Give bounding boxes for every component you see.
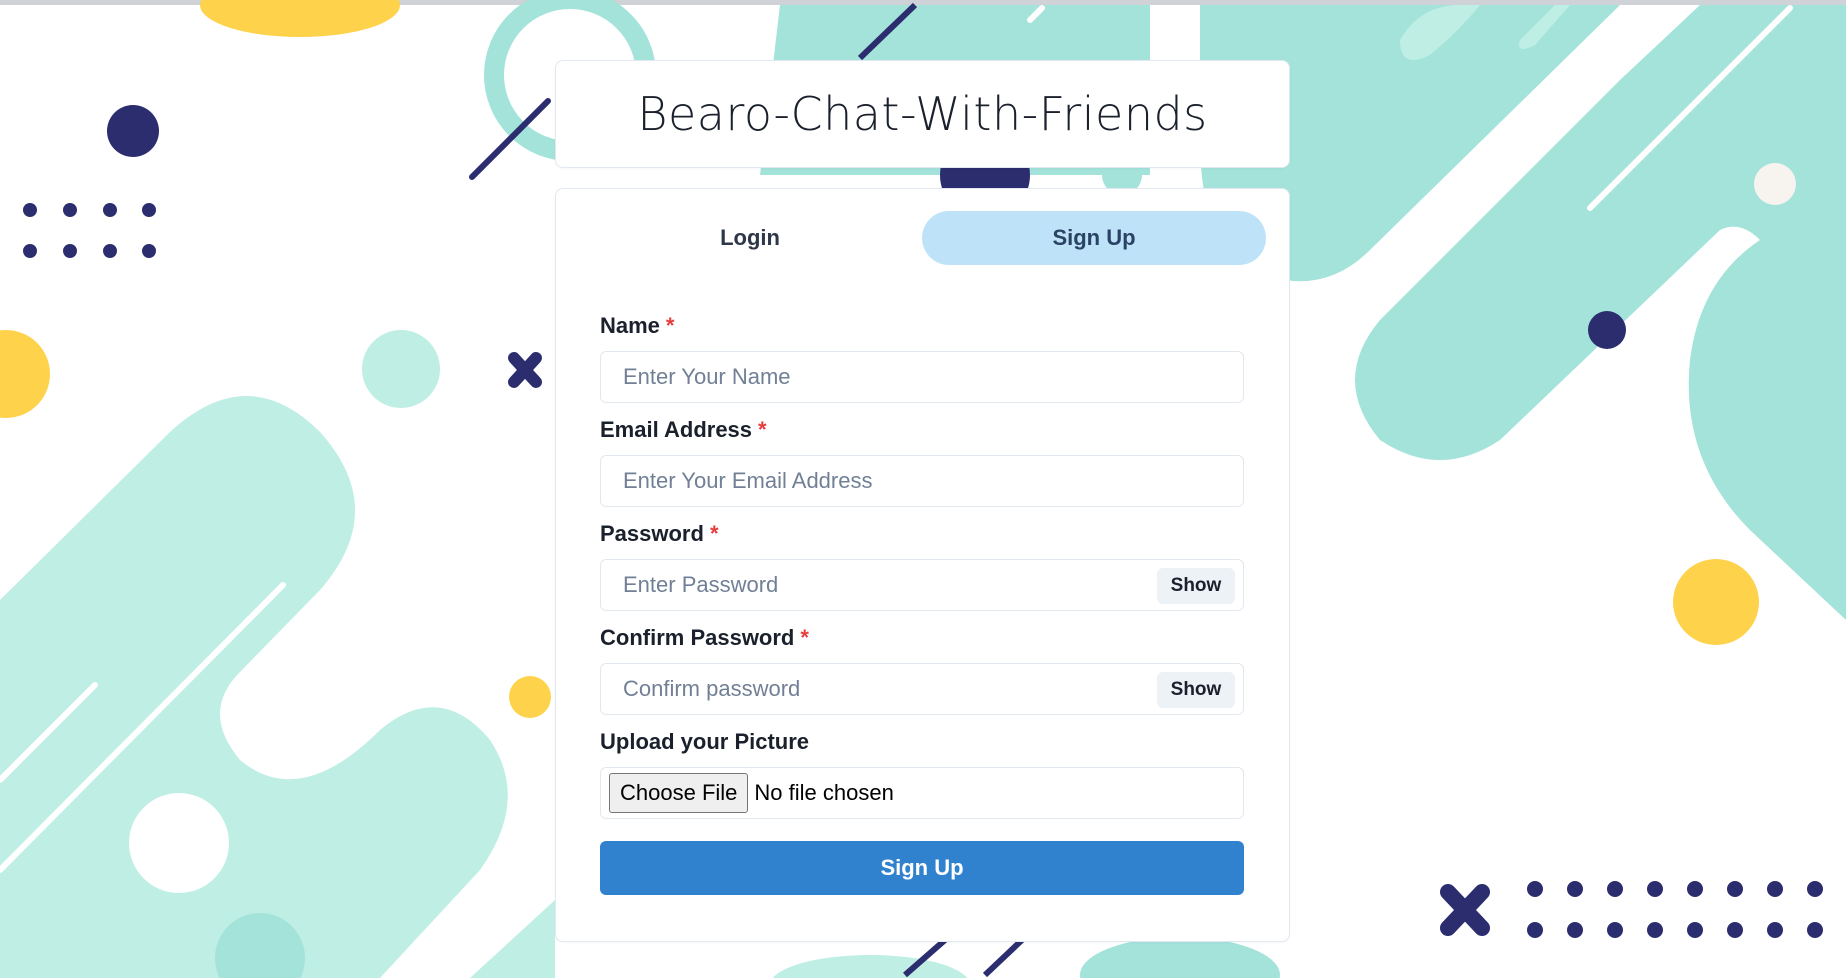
confirm-password-input[interactable]: Confirm password Show [600, 663, 1244, 715]
app-title: Bearo-Chat-With-Friends [637, 87, 1208, 141]
confirm-password-show-button[interactable]: Show [1157, 672, 1235, 708]
tab-sign-up[interactable]: Sign Up [922, 211, 1266, 265]
picture-label: Upload your Picture [600, 729, 810, 754]
password-label: Password * [600, 521, 719, 547]
auth-card: Login Sign Up Name * Enter Your Name Emai… [555, 188, 1290, 942]
password-placeholder: Enter Password [623, 572, 779, 597]
name-placeholder: Enter Your Name [623, 364, 791, 389]
required-mark: * [709, 521, 719, 546]
required-mark: * [665, 313, 675, 338]
password-show-button[interactable]: Show [1157, 568, 1235, 604]
required-mark: * [800, 625, 809, 650]
email-placeholder: Enter Your Email Address [623, 468, 873, 493]
email-label: Email Address * [600, 417, 767, 443]
title-card: Bearo-Chat-With-Friends [555, 60, 1290, 168]
email-label-text: Email Address [600, 417, 753, 442]
choose-file-button[interactable]: Choose File [609, 773, 749, 813]
name-label-text: Name [600, 313, 660, 338]
password-input[interactable]: Enter Password Show [600, 559, 1244, 611]
email-input[interactable]: Enter Your Email Address [600, 455, 1244, 507]
sign-up-button[interactable]: Sign Up [600, 841, 1244, 895]
name-label: Name * [600, 313, 674, 339]
confirm-password-label: Confirm Password * [600, 625, 809, 651]
required-mark: * [758, 417, 767, 442]
picture-file-input[interactable]: Choose File No file chosen [600, 767, 1244, 819]
tab-login[interactable]: Login [578, 211, 922, 265]
confirm-password-placeholder: Confirm password [623, 676, 801, 701]
name-input[interactable]: Enter Your Name [600, 351, 1244, 403]
confirm-password-label-text: Confirm Password [600, 625, 795, 650]
file-status: No file chosen [754, 780, 894, 805]
password-label-text: Password [600, 521, 704, 546]
